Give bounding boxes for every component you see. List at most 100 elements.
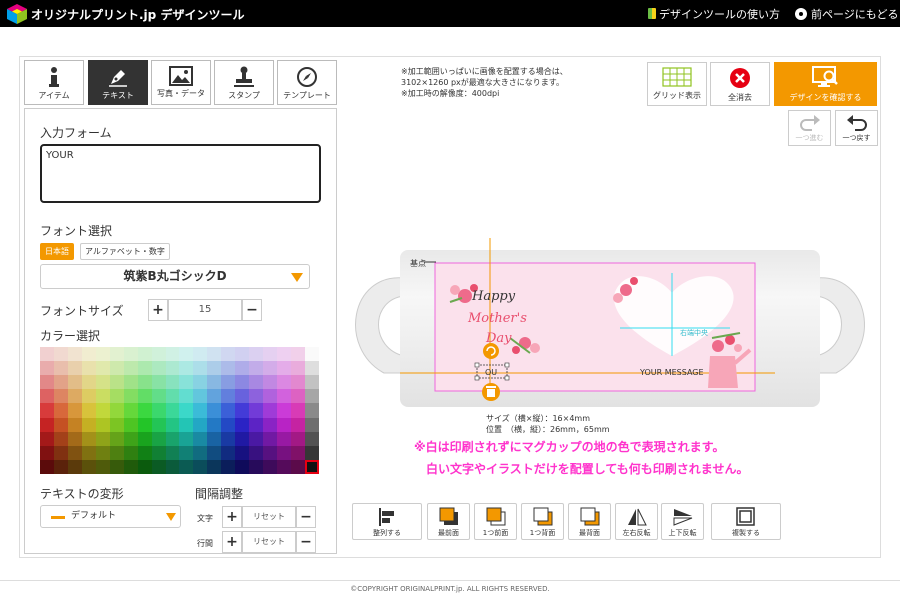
color-swatch[interactable]: [165, 375, 180, 390]
color-swatch[interactable]: [235, 403, 250, 418]
color-swatch[interactable]: [53, 445, 68, 460]
color-swatch[interactable]: [95, 375, 110, 390]
color-swatch[interactable]: [165, 417, 180, 432]
color-swatch[interactable]: [277, 431, 292, 446]
color-swatch[interactable]: [81, 459, 96, 474]
color-swatch[interactable]: [151, 347, 166, 362]
color-swatch[interactable]: [53, 389, 68, 404]
font-size-plus-button[interactable]: +: [148, 299, 168, 321]
color-swatch[interactable]: [193, 389, 208, 404]
line-spacing-plus-button[interactable]: +: [222, 531, 242, 553]
color-swatch[interactable]: [277, 445, 292, 460]
color-swatch[interactable]: [151, 361, 166, 376]
color-swatch[interactable]: [81, 431, 96, 446]
grid-toggle-button[interactable]: グリッド表示: [647, 62, 707, 106]
color-swatch[interactable]: [123, 389, 138, 404]
color-swatch[interactable]: [67, 375, 82, 390]
color-swatch[interactable]: [151, 403, 166, 418]
color-swatch[interactable]: [263, 389, 278, 404]
color-swatch[interactable]: [95, 361, 110, 376]
tab-text[interactable]: テキスト: [88, 60, 148, 105]
color-swatch[interactable]: [151, 375, 166, 390]
color-swatch[interactable]: [67, 389, 82, 404]
text-input[interactable]: YOUR: [40, 144, 321, 203]
color-swatch[interactable]: [305, 431, 319, 446]
rotate-handle-icon[interactable]: [483, 343, 499, 359]
color-swatch[interactable]: [95, 403, 110, 418]
color-swatch[interactable]: [165, 459, 180, 474]
color-swatch[interactable]: [249, 375, 264, 390]
color-swatch[interactable]: [137, 375, 152, 390]
color-swatch[interactable]: [207, 417, 222, 432]
color-swatch[interactable]: [249, 403, 264, 418]
color-swatch[interactable]: [137, 347, 152, 362]
char-spacing-plus-button[interactable]: +: [222, 506, 242, 528]
color-swatch[interactable]: [151, 417, 166, 432]
brand-title[interactable]: オリジナルプリント.jp デザインツール: [31, 6, 244, 23]
color-swatch[interactable]: [179, 459, 194, 474]
color-swatch[interactable]: [263, 347, 278, 362]
mug-canvas[interactable]: Happy Mother's Day YOUR MESSAGE 右端中央 基点 …: [340, 238, 880, 413]
color-swatch[interactable]: [235, 375, 250, 390]
color-swatch[interactable]: [179, 389, 194, 404]
color-swatch[interactable]: [263, 403, 278, 418]
color-swatch[interactable]: [249, 459, 264, 474]
color-swatch[interactable]: [67, 459, 82, 474]
color-swatch[interactable]: [151, 445, 166, 460]
color-swatch[interactable]: [123, 375, 138, 390]
color-swatch[interactable]: [263, 375, 278, 390]
color-swatch[interactable]: [263, 445, 278, 460]
font-size-minus-button[interactable]: −: [242, 299, 262, 321]
color-swatch[interactable]: [67, 403, 82, 418]
color-swatch[interactable]: [95, 389, 110, 404]
send-to-back-button[interactable]: 最背面: [568, 503, 611, 540]
color-swatch[interactable]: [123, 403, 138, 418]
color-swatch[interactable]: [137, 389, 152, 404]
color-swatch[interactable]: [53, 347, 68, 362]
color-swatch[interactable]: [305, 445, 319, 460]
color-swatch[interactable]: [81, 375, 96, 390]
color-swatch[interactable]: [123, 459, 138, 474]
color-swatch[interactable]: [67, 347, 82, 362]
color-swatch[interactable]: [291, 403, 306, 418]
tab-template[interactable]: テンプレート: [277, 60, 337, 105]
color-swatch[interactable]: [81, 389, 96, 404]
send-backward-button[interactable]: 1つ背面: [521, 503, 564, 540]
color-swatch[interactable]: [249, 361, 264, 376]
color-swatch[interactable]: [137, 361, 152, 376]
color-swatch[interactable]: [235, 361, 250, 376]
flip-horizontal-button[interactable]: 左右反転: [615, 503, 658, 540]
color-swatch[interactable]: [193, 445, 208, 460]
color-swatch[interactable]: [67, 361, 82, 376]
color-swatch[interactable]: [40, 417, 54, 432]
duplicate-button[interactable]: 複製する: [711, 503, 781, 540]
color-swatch[interactable]: [221, 375, 236, 390]
color-swatch[interactable]: [193, 403, 208, 418]
color-swatch[interactable]: [151, 459, 166, 474]
color-swatch[interactable]: [263, 361, 278, 376]
align-button[interactable]: 整列する: [352, 503, 422, 540]
color-swatch[interactable]: [151, 431, 166, 446]
color-swatch[interactable]: [249, 347, 264, 362]
color-palette[interactable]: [40, 347, 319, 474]
color-swatch[interactable]: [207, 459, 222, 474]
color-swatch[interactable]: [235, 389, 250, 404]
color-swatch[interactable]: [305, 389, 319, 404]
color-swatch[interactable]: [221, 445, 236, 460]
color-swatch[interactable]: [249, 389, 264, 404]
color-swatch[interactable]: [305, 347, 319, 362]
color-swatch[interactable]: [291, 361, 306, 376]
color-swatch[interactable]: [221, 459, 236, 474]
color-swatch[interactable]: [109, 431, 124, 446]
color-swatch[interactable]: [235, 445, 250, 460]
color-swatch[interactable]: [179, 403, 194, 418]
color-swatch[interactable]: [165, 431, 180, 446]
color-swatch[interactable]: [81, 347, 96, 362]
color-swatch[interactable]: [221, 417, 236, 432]
color-swatch[interactable]: [123, 431, 138, 446]
color-swatch[interactable]: [109, 361, 124, 376]
color-swatch[interactable]: [137, 403, 152, 418]
color-swatch[interactable]: [81, 445, 96, 460]
font-dropdown[interactable]: 筑紫B丸ゴシックD: [40, 264, 310, 289]
color-swatch[interactable]: [179, 347, 194, 362]
